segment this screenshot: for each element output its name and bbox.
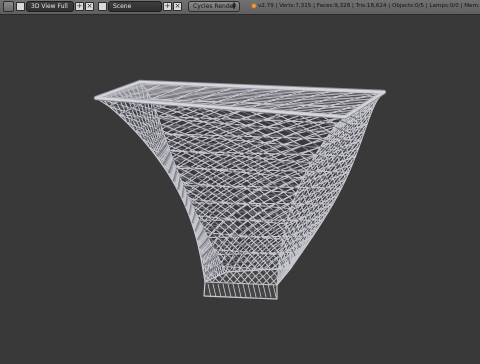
mesh-strut (310, 181, 312, 187)
mesh-strut (307, 189, 309, 195)
scene-stats: v2.79 | Verts:7,315 | Faces:9,328 | Tris… (258, 2, 480, 11)
mesh-strut (303, 123, 325, 130)
scene-browse-icon[interactable] (98, 2, 107, 11)
blender-logo-icon (250, 2, 257, 9)
scene-field[interactable]: Scene (108, 1, 162, 12)
mesh-strut (229, 229, 238, 238)
mesh-strut (215, 220, 224, 229)
editor-type-icon[interactable] (3, 1, 14, 12)
mesh-strut (319, 210, 320, 216)
mesh-strut (318, 204, 319, 210)
mesh-strut (314, 212, 315, 218)
info-header: 3D View Full + × Scene + × Cycles Render… (0, 0, 480, 15)
scene-add-icon[interactable]: + (163, 2, 172, 11)
mesh-strut (301, 139, 322, 147)
render-engine-label: Cycles Render (193, 3, 236, 10)
3d-viewport[interactable] (0, 15, 480, 360)
mesh-strut (328, 200, 329, 206)
layout-remove-icon[interactable]: × (85, 2, 94, 11)
scene-remove-icon[interactable]: × (173, 2, 182, 11)
layout-browse-icon[interactable] (16, 2, 25, 11)
layout-add-icon[interactable]: + (75, 2, 84, 11)
mesh-strut (361, 115, 362, 121)
mesh-strut (331, 173, 333, 179)
chevron-updown-icon: ▲▼ (232, 2, 236, 10)
wire-basket-mesh (0, 15, 480, 360)
mesh-strut (321, 196, 322, 202)
render-engine-dropdown[interactable]: Cycles Render ▲▼ (188, 1, 240, 12)
screen-layout-field[interactable]: 3D View Full (26, 1, 74, 12)
